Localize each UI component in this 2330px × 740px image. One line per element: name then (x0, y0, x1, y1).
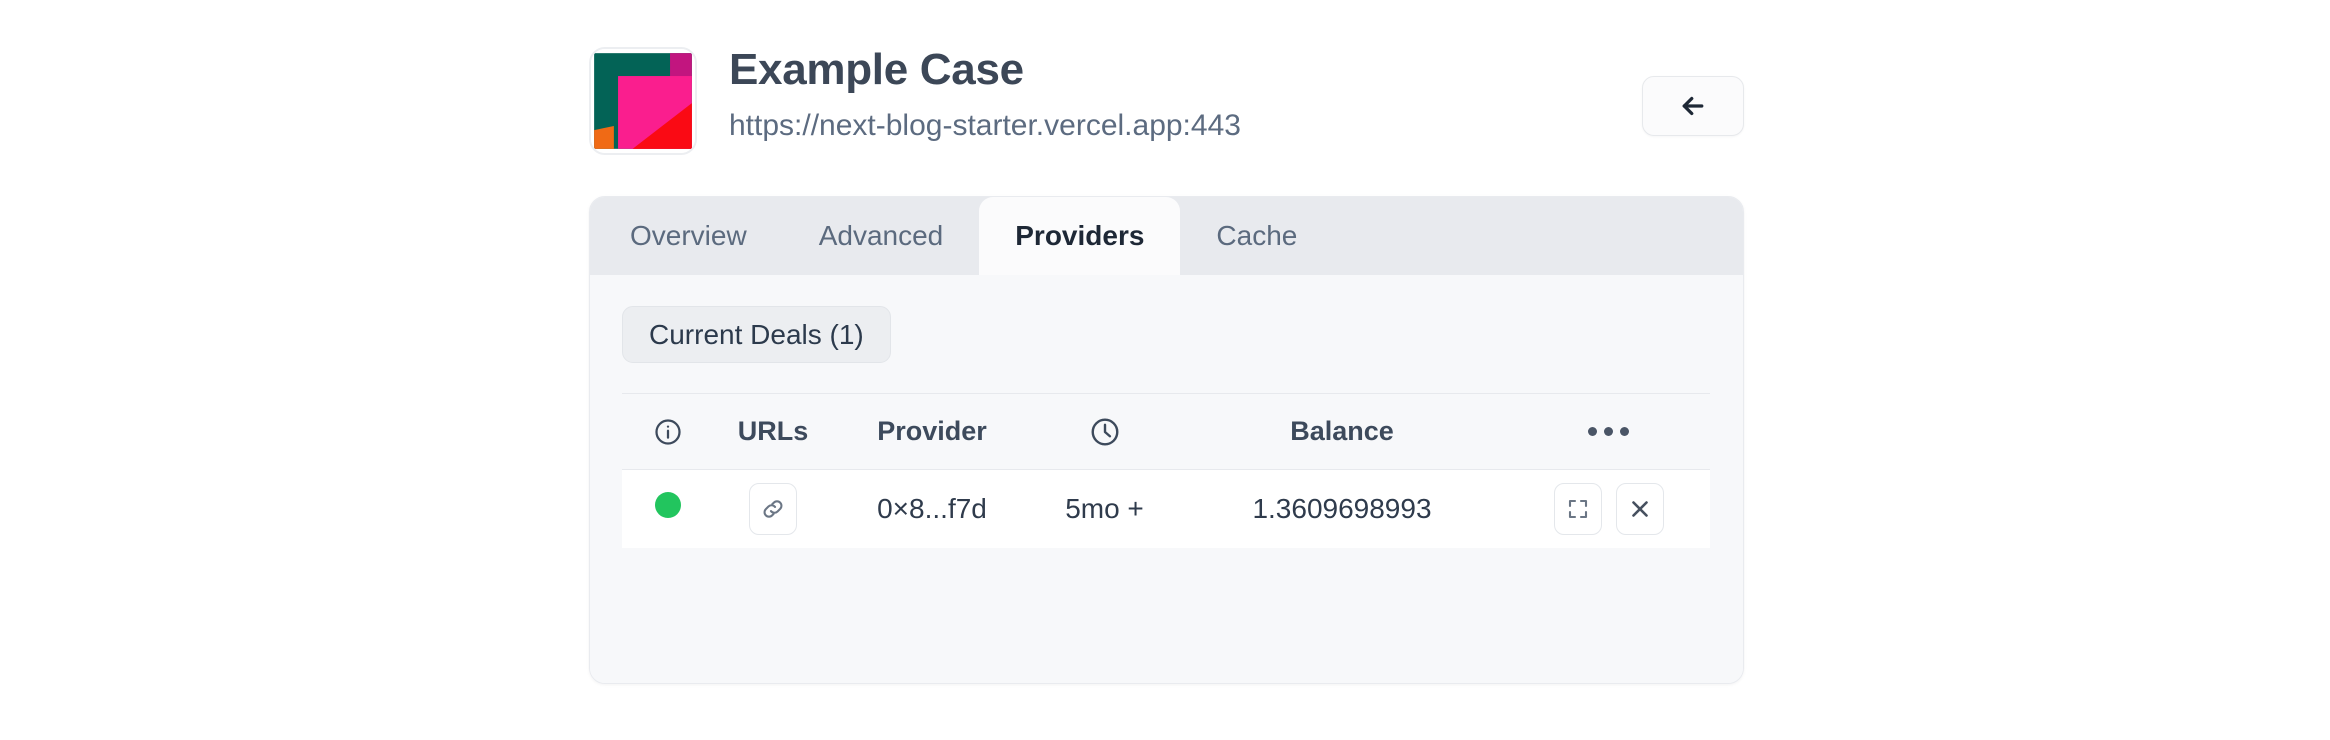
column-header-actions (1507, 393, 1710, 470)
column-header-status (622, 393, 714, 470)
page-header: Example Case https://next-blog-starter.v… (589, 40, 1744, 170)
page-title: Example Case (729, 45, 1024, 94)
providers-panel-card: Overview Advanced Providers Cache Curren… (589, 196, 1744, 684)
site-url: https://next-blog-starter.vercel.app:443 (729, 108, 1241, 142)
tab-providers-label: Providers (1015, 220, 1145, 251)
tab-cache-label: Cache (1216, 220, 1298, 251)
current-deals-button[interactable]: Current Deals (1) (622, 306, 891, 363)
expand-row-button[interactable] (1553, 482, 1602, 535)
tab-overview[interactable]: Overview (590, 197, 783, 275)
cell-time: 5mo + (1032, 469, 1177, 548)
current-deals-label: Current Deals (1) (649, 318, 864, 350)
cell-status (622, 469, 714, 548)
deals-table-header: URLs Provider Balance (622, 393, 1710, 470)
maximize-icon (1568, 499, 1587, 518)
close-x-icon (1631, 500, 1648, 517)
remove-row-button[interactable] (1615, 482, 1664, 535)
status-badge (655, 492, 681, 519)
cell-provider: 0×8...f7d (832, 469, 1032, 548)
url-link-button[interactable] (749, 482, 797, 535)
header-text-block: Example Case https://next-blog-starter.v… (729, 40, 1241, 145)
table-header-row: URLs Provider Balance (622, 393, 1710, 470)
tab-overview-label: Overview (630, 220, 747, 251)
tab-cache[interactable]: Cache (1180, 197, 1333, 275)
cell-actions (1507, 469, 1710, 548)
cell-balance: 1.3609698993 (1177, 469, 1507, 548)
tab-strip: Overview Advanced Providers Cache (590, 197, 1743, 275)
link-icon (763, 500, 783, 518)
column-header-provider: Provider (832, 393, 1032, 470)
deals-table-body: 0×8...f7d 5mo + 1.3609698993 (622, 469, 1710, 548)
deals-table: URLs Provider Balance 0×8...f7d 5mo + 1.… (622, 393, 1710, 548)
tab-providers[interactable]: Providers (979, 197, 1181, 275)
tab-advanced-label: Advanced (818, 220, 944, 251)
arrow-left-icon (1682, 96, 1704, 116)
column-header-balance: Balance (1177, 393, 1507, 470)
app-root: Example Case https://next-blog-starter.v… (0, 0, 2330, 740)
info-circle-icon (655, 418, 681, 445)
tab-advanced[interactable]: Advanced (783, 197, 980, 275)
site-favicon-abstract-blocks-icon (591, 49, 695, 153)
providers-tab-panel: Current Deals (1) URLs Provider Balance … (590, 275, 1743, 683)
column-header-time (1032, 393, 1177, 470)
back-button[interactable] (1642, 76, 1744, 136)
site-favicon (589, 47, 697, 155)
table-row[interactable]: 0×8...f7d 5mo + 1.3609698993 (622, 469, 1710, 548)
cell-urls (714, 469, 832, 548)
column-header-urls: URLs (714, 393, 832, 470)
clock-icon (1091, 418, 1118, 445)
ellipsis-horizontal-icon[interactable] (1588, 427, 1629, 436)
